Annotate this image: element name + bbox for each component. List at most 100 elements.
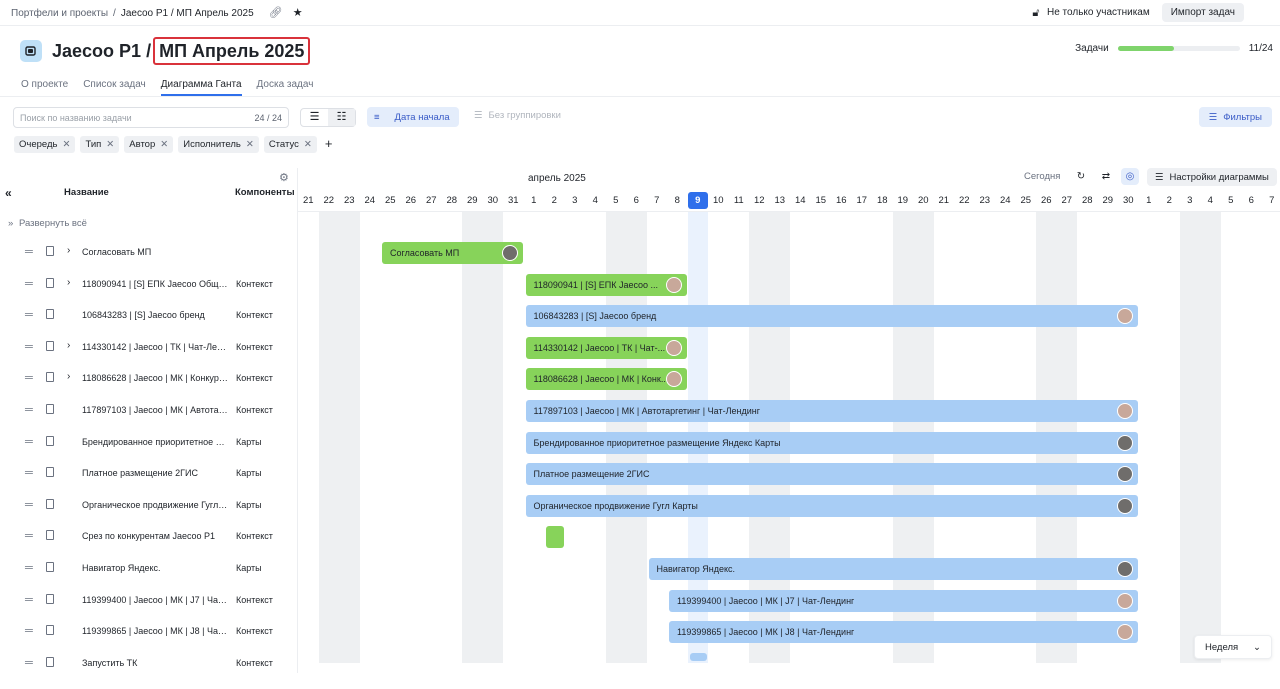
avatar[interactable] [1117,308,1133,324]
drag-handle-icon[interactable]: ═ [25,246,33,258]
chevron-right-icon[interactable]: › [67,340,70,351]
gantt-bar[interactable]: Платное размещение 2ГИС [526,463,1138,485]
collapse-panel-icon[interactable]: « [5,186,12,200]
dependencies-icon[interactable]: ⇄ [1097,168,1115,185]
gantt-bar[interactable]: Согласовать МП [382,242,523,264]
task-name[interactable]: Запустить ТК [82,658,228,668]
drag-handle-icon[interactable]: ═ [25,562,33,574]
scale-select[interactable]: Неделя ⌄ [1194,635,1272,659]
avatar[interactable] [1117,561,1133,577]
sort-start-date-button[interactable]: ≡ Дата начала [367,107,459,127]
tab-gantt[interactable]: Диаграмма Ганта [161,79,242,96]
chip-type[interactable]: Тип✕ [80,136,119,153]
drag-handle-icon[interactable]: ═ [25,341,33,353]
table-row[interactable]: ═Органическое продвижение Гугл КартыКарт… [0,500,297,531]
milestone-name[interactable]: МП Апрель 2025 [153,37,310,65]
gantt-bar[interactable]: 118090941 | [S] ЕПК Jaecoo ... [526,274,687,296]
star-icon[interactable]: ★ [292,7,304,19]
task-name[interactable]: Органическое продвижение Гугл Карты [82,500,228,510]
table-row[interactable]: ═Брендированное приоритетное размещениеК… [0,437,297,468]
table-row[interactable]: ═ 119399865 | Jaecoo | МК | J8 | Чат-Ленд… [0,626,297,657]
link-icon[interactable]: 🔗︎ [269,7,281,19]
close-icon[interactable]: ✕ [160,139,168,150]
drag-handle-icon[interactable]: ═ [25,404,33,416]
drag-handle-icon[interactable]: ═ [25,309,33,321]
chip-assignee[interactable]: Исполнитель✕ [178,136,259,153]
breadcrumb-current[interactable]: Jaecoo P1 / МП Апрель 2025 [121,8,254,19]
drag-handle-icon[interactable]: ═ [25,278,33,290]
close-icon[interactable]: ✕ [106,139,114,150]
avatar[interactable] [1117,435,1133,451]
tree-list-icon[interactable]: ☷ [328,109,355,126]
task-name[interactable]: Платное размещение 2ГИС [82,468,228,478]
add-filter-icon[interactable]: + [325,136,333,153]
chip-status[interactable]: Статус✕ [264,136,317,153]
visibility-toggle[interactable]: 🔓︎ Не только участникам [1030,7,1150,19]
gantt-bar[interactable]: 119399865 | Jaecoo | МК | J8 | Чат-Ленди… [669,621,1138,643]
chevron-right-icon[interactable]: › [67,371,70,382]
breadcrumb-root[interactable]: Портфели и проекты [11,8,108,19]
table-row[interactable]: ═ 119399400 | Jaecoo | МК | J7 | Чат-Ленд… [0,595,297,626]
task-name[interactable]: Согласовать МП [82,247,228,257]
task-name[interactable]: 117897103 | Jaecoo | МК | Автотаргетинг [82,405,228,415]
avatar[interactable] [1117,593,1133,609]
close-icon[interactable]: ✕ [304,139,312,150]
gantt-bar[interactable]: 106843283 | [S] Jaecoo бренд [526,305,1138,327]
gantt-bar[interactable]: 118086628 | Jaecoo | МК | Конк... [526,368,687,390]
task-name[interactable]: 106843283 | [S] Jaecoo бренд [82,310,228,320]
close-icon[interactable]: ✕ [246,139,254,150]
avatar[interactable] [1117,403,1133,419]
flat-list-icon[interactable]: ☰ [301,109,328,126]
today-button[interactable]: Сегодня [1024,171,1060,182]
chevron-right-icon[interactable]: › [67,245,70,256]
table-row[interactable]: ═ › Согласовать МП [0,247,297,278]
chip-author[interactable]: Автор✕ [124,136,173,153]
history-icon[interactable]: ↻ [1072,168,1090,185]
task-name[interactable]: 118086628 | Jaecoo | МК | Конкуренты [82,373,228,383]
drag-handle-icon[interactable]: ═ [25,467,33,479]
avatar[interactable] [1117,498,1133,514]
col-name-header[interactable]: Название [64,187,109,198]
close-icon[interactable]: ✕ [62,139,70,150]
table-row[interactable]: ═Навигатор Яндекс.Карты [0,563,297,594]
gantt-bar[interactable]: 117897103 | Jaecoo | МК | Автотаргетинг … [526,400,1138,422]
gantt-bar[interactable]: 119399400 | Jaecoo | МК | J7 | Чат-Ленди… [669,590,1138,612]
task-name[interactable]: 119399400 | Jaecoo | МК | J7 | Чат-Ленди… [82,595,228,605]
expand-all-button[interactable]: » Развернуть всё [8,218,87,229]
avatar[interactable] [502,245,518,261]
gantt-bar[interactable]: Брендированное приоритетное размещение Я… [526,432,1138,454]
table-row[interactable]: ═Срез по конкурентам Jaecoo P1Контекст [0,531,297,562]
table-row[interactable]: ═Запустить ТККонтекст [0,658,297,689]
tab-board[interactable]: Доска задач [257,79,314,96]
task-name[interactable]: 119399865 | Jaecoo | МК | J8 | Чат-Ленди… [82,626,228,636]
task-name[interactable]: Навигатор Яндекс. [82,563,228,573]
filters-button[interactable]: ☰ Фильтры [1199,107,1272,127]
task-name[interactable]: Срез по конкурентам Jaecoo P1 [82,531,228,541]
chevron-right-icon[interactable]: › [67,277,70,288]
search-input[interactable]: Поиск по названию задачи 24 / 24 [13,107,289,128]
gantt-bar[interactable]: Навигатор Яндекс. [649,558,1138,580]
tab-task-list[interactable]: Список задач [83,79,146,96]
drag-handle-icon[interactable]: ═ [25,499,33,511]
chip-queue[interactable]: Очередь✕ [14,136,75,153]
avatar[interactable] [666,277,682,293]
gear-icon[interactable]: ⚙ [279,171,289,184]
color-mode-icon[interactable]: ◎ [1121,168,1139,185]
avatar[interactable] [1117,466,1133,482]
drag-handle-icon[interactable]: ═ [25,530,33,542]
drag-handle-icon[interactable]: ═ [25,625,33,637]
avatar[interactable] [666,371,682,387]
chart-settings-button[interactable]: ☰ Настройки диаграммы [1147,168,1277,186]
col-components-header[interactable]: Компоненты [235,187,295,198]
drag-handle-icon[interactable]: ═ [25,657,33,669]
table-row[interactable]: ═Платное размещение 2ГИСКарты [0,468,297,499]
import-tasks-button[interactable]: Импорт задач [1162,3,1244,22]
gantt-bar[interactable]: 114330142 | Jaecoo | ТК | Чат-... [526,337,687,359]
table-row[interactable]: ═›114330142 | Jaecoo | ТК | Чат-ЛендингК… [0,342,297,373]
tab-about[interactable]: О проекте [21,79,68,96]
avatar[interactable] [666,340,682,356]
gantt-bar[interactable] [690,653,708,661]
drag-handle-icon[interactable]: ═ [25,372,33,384]
avatar[interactable] [1117,624,1133,640]
drag-handle-icon[interactable]: ═ [25,594,33,606]
